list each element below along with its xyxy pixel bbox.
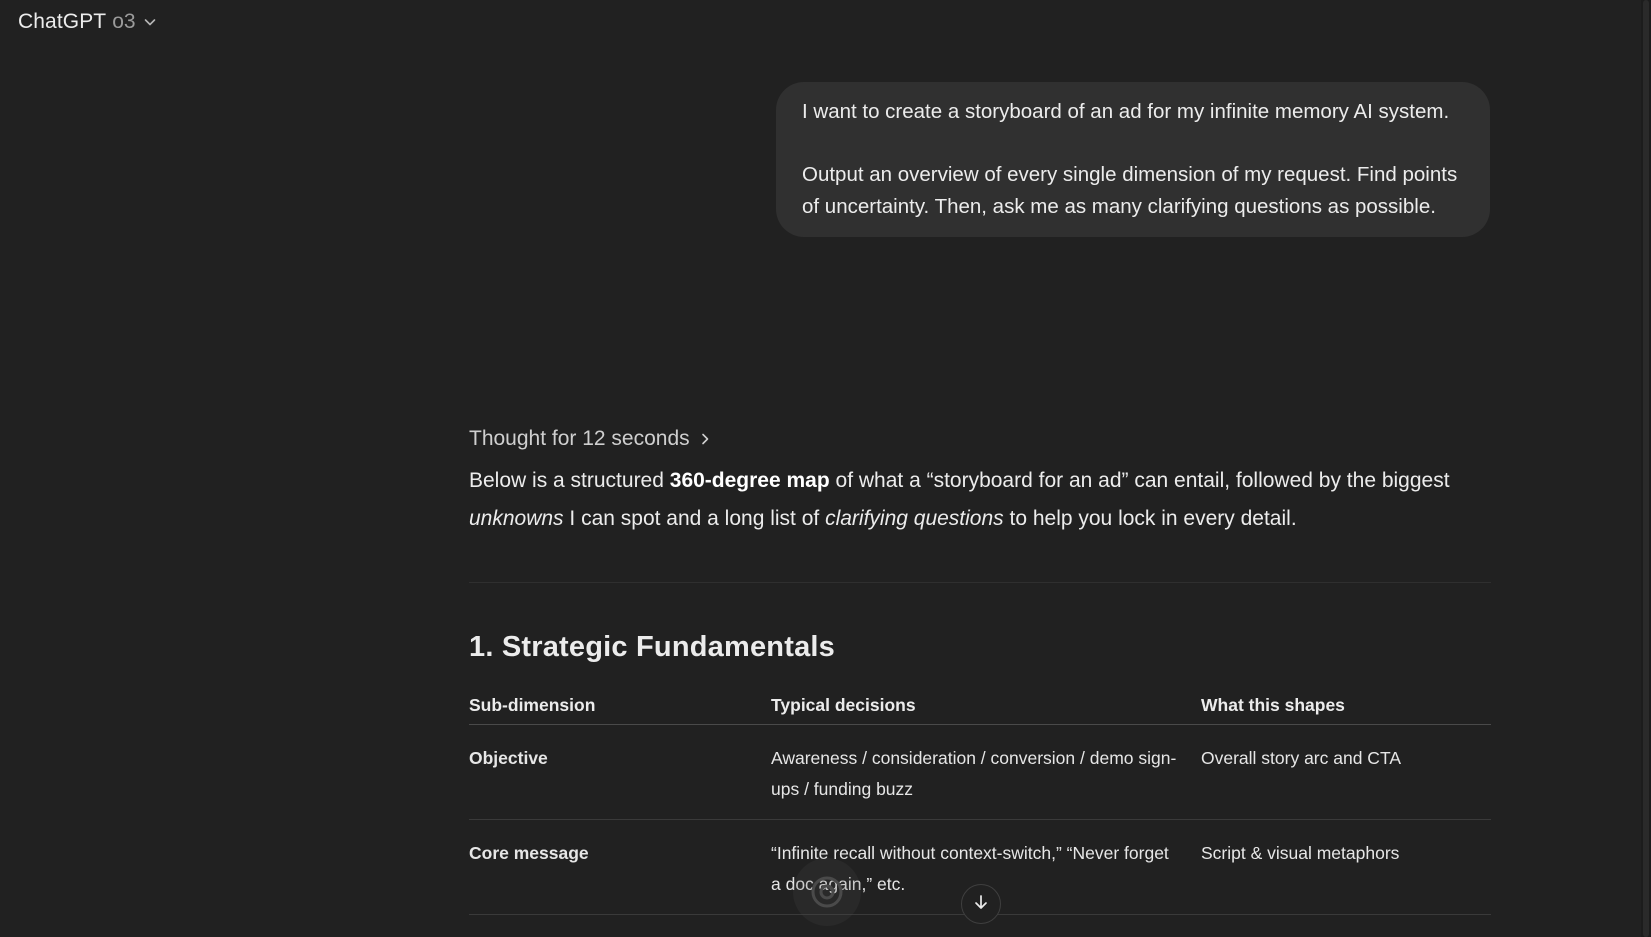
table-header-cell: What this shapes (1201, 694, 1345, 715)
chat-page: ChatGPT o3 I want to create a storyboard… (0, 0, 1651, 937)
table-row: Objective Awareness / consideration / co… (469, 725, 1491, 820)
section-divider (469, 582, 1491, 583)
thought-toggle-button[interactable]: Thought for 12 seconds (469, 420, 712, 458)
intro-italic-text: unknowns (469, 507, 564, 530)
user-message-paragraph: I want to create a storyboard of an ad f… (802, 100, 1450, 123)
openai-logo-icon (793, 858, 861, 926)
table-cell-decisions: Awareness / consideration / conversion /… (771, 748, 1177, 799)
strategic-fundamentals-table: Sub-dimension Typical decisions What thi… (469, 686, 1491, 915)
scrollbar[interactable] (1641, 0, 1651, 937)
intro-italic-text: clarifying questions (825, 507, 1004, 530)
scroll-to-bottom-button[interactable] (961, 884, 1001, 924)
assistant-intro-paragraph: Below is a structured 360-degree map of … (469, 462, 1491, 538)
arrow-down-icon (972, 893, 990, 916)
intro-text: I can spot and a long list of (563, 507, 826, 530)
section-heading: 1. Strategic Fundamentals (469, 631, 835, 663)
model-version: o3 (112, 10, 136, 33)
intro-text: Below is a structured (469, 469, 670, 492)
model-name: ChatGPT (18, 10, 107, 33)
user-message-paragraph: Output an overview of every single dimen… (802, 163, 1458, 218)
assistant-message: Thought for 12 seconds Below is a struct… (469, 420, 1491, 915)
scrollbar-thumb[interactable] (1643, 0, 1649, 937)
intro-bold-text: 360-degree map (669, 469, 830, 492)
intro-text: of what a “storyboard for an ad” can ent… (829, 469, 1450, 492)
table-cell-sub-dimension: Core message (469, 843, 589, 863)
intro-text: to help you lock in every detail. (1003, 507, 1297, 530)
table-header-cell: Typical decisions (771, 694, 916, 715)
table-cell-shapes: Script & visual metaphors (1201, 843, 1400, 863)
chevron-down-icon (142, 14, 158, 30)
chevron-right-icon (698, 432, 712, 446)
table-header-row: Sub-dimension Typical decisions What thi… (469, 686, 1491, 725)
table-header-cell: Sub-dimension (469, 694, 596, 715)
user-message-bubble: I want to create a storyboard of an ad f… (776, 82, 1490, 237)
model-switcher[interactable]: ChatGPT o3 (14, 6, 162, 38)
table-cell-shapes: Overall story arc and CTA (1201, 748, 1402, 768)
table-cell-sub-dimension: Objective (469, 748, 548, 768)
thought-label: Thought for 12 seconds (469, 427, 690, 450)
